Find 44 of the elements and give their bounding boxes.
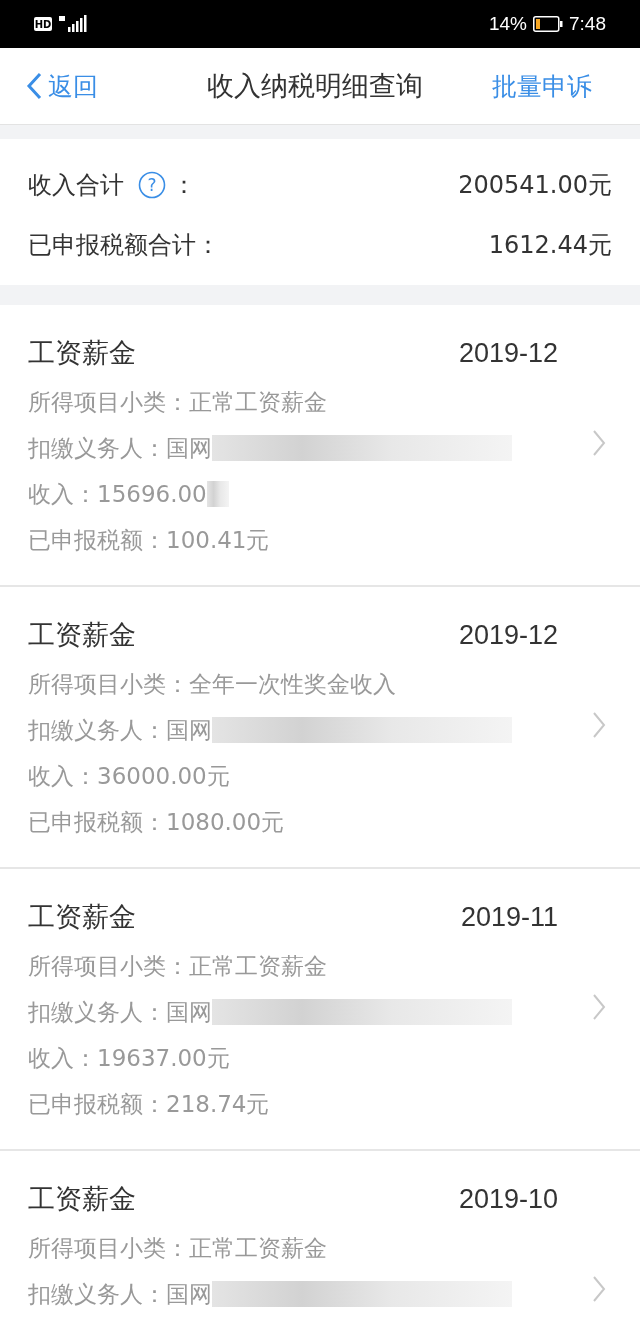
page-title: 收入纳税明细查询 xyxy=(207,69,423,103)
income-record-card[interactable]: 工资薪金 2019-11 所得项目小类：正常工资薪金 扣缴义务人：国网 收入：19637.00元 已申报税额：218.74元 xyxy=(0,869,640,1149)
record-income: 收入：15696.00 xyxy=(28,479,207,509)
battery-percent: 14% xyxy=(489,13,527,35)
record-withholder: 扣缴义务人：国网 xyxy=(28,1279,212,1309)
battery-icon xyxy=(533,16,563,32)
record-withholder: 扣缴义务人：国网 xyxy=(28,433,212,463)
redacted-block xyxy=(206,481,229,507)
record-subcategory: 所得项目小类：正常工资薪金 xyxy=(28,1233,327,1263)
record-tax: 已申报税额：100.41元 xyxy=(28,525,270,555)
record-category: 工资薪金 xyxy=(28,336,136,370)
income-record-card[interactable]: 工资薪金 2019-12 所得项目小类：正常工资薪金 扣缴义务人：国网 收入：15696.00 已申报税额：100.41元 xyxy=(0,305,640,585)
help-icon[interactable]: ? xyxy=(138,171,166,199)
record-subcategory: 所得项目小类：正常工资薪金 xyxy=(28,951,327,981)
income-total-label: 收入合计 xyxy=(28,170,124,201)
record-category: 工资薪金 xyxy=(28,900,136,934)
record-subcategory: 所得项目小类：正常工资薪金 xyxy=(28,387,327,417)
tax-total-value: 1612.44元 xyxy=(488,230,612,261)
clock: 7:48 xyxy=(569,13,606,35)
record-date: 2019-11 xyxy=(460,901,558,933)
hd-icon: HD xyxy=(34,17,52,31)
income-record-card[interactable]: 工资薪金 2019-12 所得项目小类：全年一次性奖金收入 扣缴义务人：国网 收入：36000.00元 已申报税额：1080.00元 xyxy=(0,587,640,867)
record-income: 收入：36000.00元 xyxy=(28,761,230,791)
income-total-value: 200541.00元 xyxy=(458,170,612,201)
record-date: 2019-12 xyxy=(458,337,558,369)
tax-total-label: 已申报税额合计： xyxy=(28,230,220,261)
record-income: 收入：19637.00元 xyxy=(28,1043,230,1073)
chevron-right-icon xyxy=(592,711,606,739)
income-record-card[interactable]: 工资薪金 2019-10 所得项目小类：正常工资薪金 扣缴义务人：国网 xyxy=(0,1151,640,1330)
signal-icon xyxy=(58,15,88,33)
record-date: 2019-10 xyxy=(458,1183,558,1215)
chevron-right-icon xyxy=(592,1275,606,1303)
back-chevron-icon xyxy=(26,72,42,100)
record-withholder: 扣缴义务人：国网 xyxy=(28,997,212,1027)
record-tax: 已申报税额：1080.00元 xyxy=(28,807,285,837)
chevron-right-icon xyxy=(592,429,606,457)
record-withholder: 扣缴义务人：国网 xyxy=(28,715,212,745)
chevron-right-icon xyxy=(592,993,606,1021)
record-date: 2019-12 xyxy=(458,619,558,651)
record-subcategory: 所得项目小类：全年一次性奖金收入 xyxy=(28,669,396,699)
record-tax: 已申报税额：218.74元 xyxy=(28,1089,270,1119)
colon-text: ： xyxy=(172,170,196,201)
record-category: 工资薪金 xyxy=(28,1182,136,1216)
record-category: 工资薪金 xyxy=(28,618,136,652)
